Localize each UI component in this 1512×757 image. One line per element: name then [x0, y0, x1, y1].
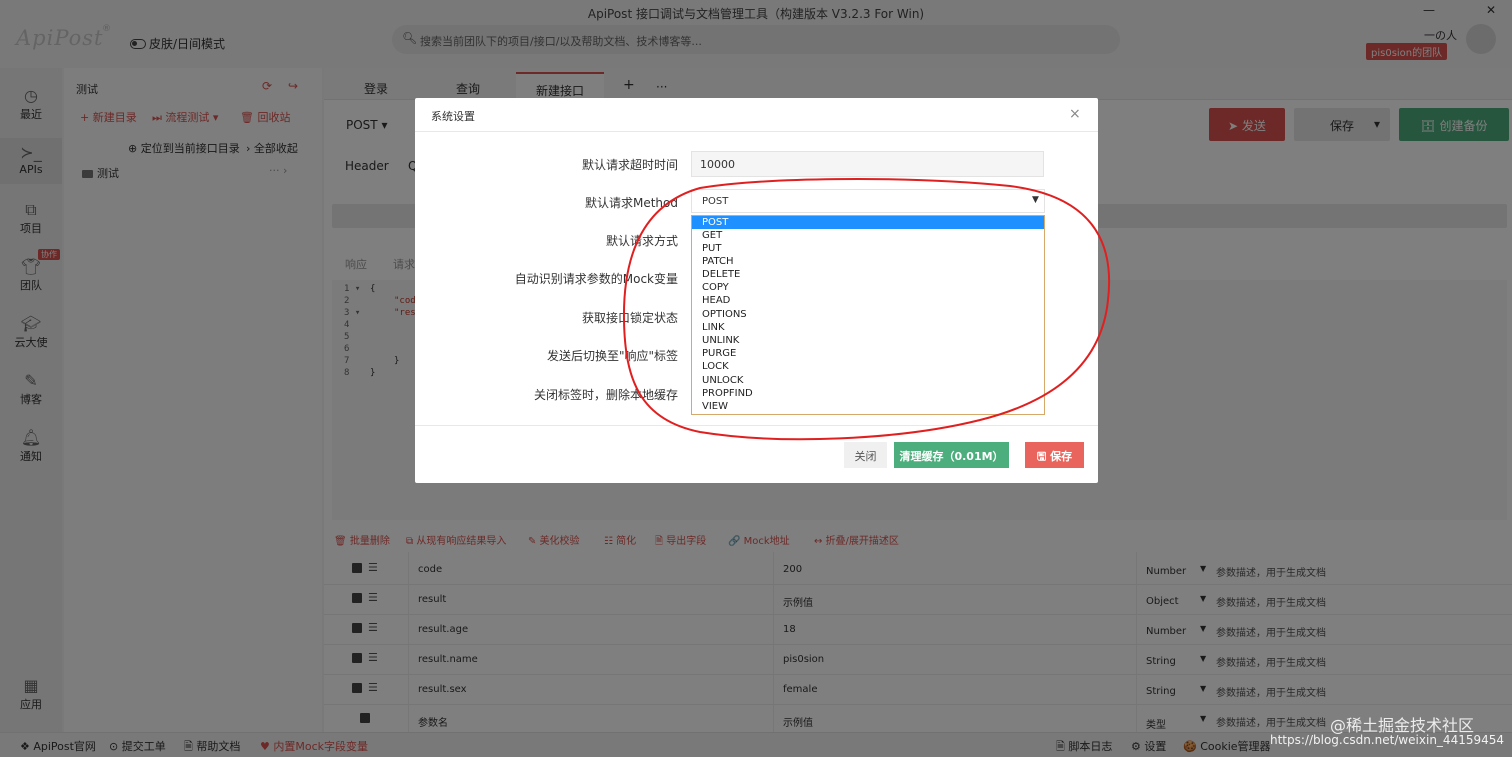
- lock-status-label: 获取接口锁定状态: [581, 311, 678, 325]
- method-dropdown-list: POST GET PUT PATCH DELETE COPY HEAD OPTI…: [691, 215, 1045, 415]
- method-option[interactable]: UNLINK: [692, 334, 1044, 347]
- mock-detect-label: 自动识别请求参数的Mock变量: [514, 272, 678, 286]
- method-option[interactable]: DELETE: [692, 268, 1044, 281]
- caret-down-icon: ▼: [1032, 195, 1039, 205]
- dialog-save-button[interactable]: 🖫 保存: [1025, 442, 1084, 468]
- timeout-label: 默认请求超时时间: [581, 158, 678, 172]
- settings-dialog: 系统设置 × 默认请求超时时间 默认请求Method 默认请求方式 自动识别请求…: [415, 98, 1098, 483]
- dialog-close-button[interactable]: 关闭: [844, 442, 887, 468]
- method-label: 默认请求Method: [584, 196, 678, 210]
- method-option[interactable]: VIEW: [692, 400, 1044, 413]
- watermark-url: https://blog.csdn.net/weixin_44159454: [1270, 733, 1505, 747]
- method-option[interactable]: HEAD: [692, 294, 1044, 307]
- method-option[interactable]: LOCK: [692, 360, 1044, 373]
- close-icon[interactable]: ×: [1069, 106, 1081, 122]
- method-option[interactable]: COPY: [692, 281, 1044, 294]
- dialog-title: 系统设置: [431, 110, 475, 123]
- method-select-value: POST: [702, 196, 729, 207]
- method-option[interactable]: UNLOCK: [692, 374, 1044, 387]
- method-option[interactable]: OPTIONS: [692, 308, 1044, 321]
- default-method-select[interactable]: POST ▼: [691, 189, 1045, 213]
- method-option[interactable]: POST: [692, 216, 1044, 229]
- method-option[interactable]: PURGE: [692, 347, 1044, 360]
- request-mode-label: 默认请求方式: [605, 234, 678, 248]
- dialog-header: 系统设置 ×: [415, 98, 1098, 132]
- method-option[interactable]: PATCH: [692, 255, 1044, 268]
- method-option[interactable]: PUT: [692, 242, 1044, 255]
- timeout-input[interactable]: 10000: [691, 151, 1044, 177]
- clear-cache-button[interactable]: 清理缓存（0.01M）: [894, 442, 1009, 468]
- clear-cache-label: 关闭标签时，删除本地缓存: [533, 388, 678, 402]
- method-option[interactable]: LINK: [692, 321, 1044, 334]
- method-option[interactable]: GET: [692, 229, 1044, 242]
- method-option[interactable]: PROPFIND: [692, 387, 1044, 400]
- switch-response-label: 发送后切换至"响应"标签: [546, 349, 678, 363]
- dialog-footer: 关闭 清理缓存（0.01M） 🖫 保存: [415, 425, 1098, 483]
